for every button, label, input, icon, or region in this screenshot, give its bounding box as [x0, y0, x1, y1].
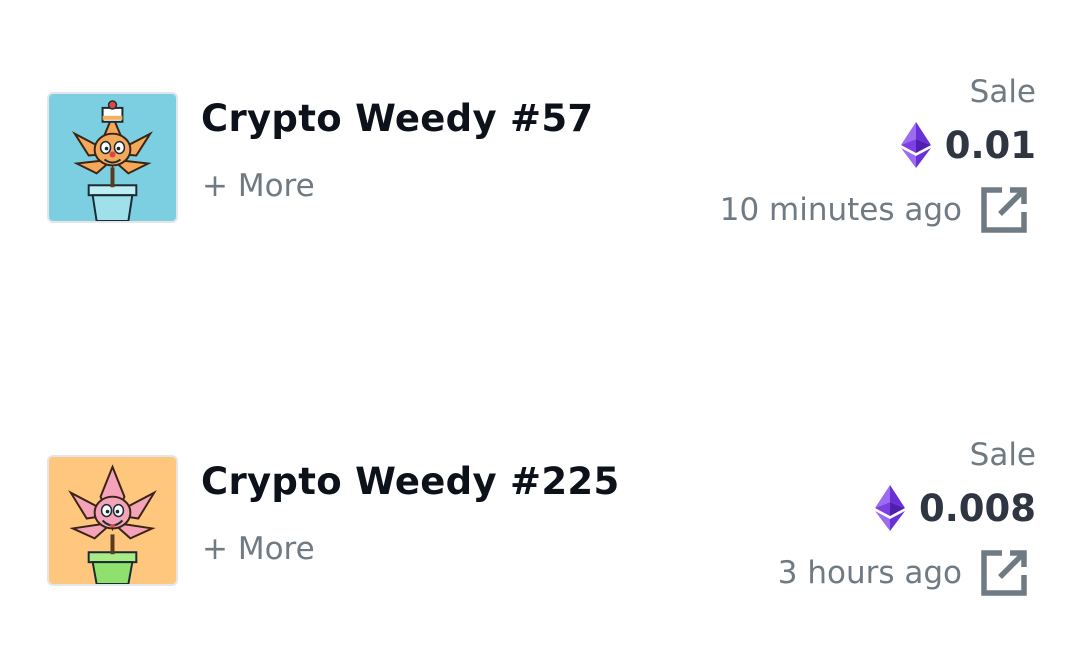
event-time: 3 hours ago	[778, 545, 1032, 601]
time-ago-link[interactable]: 10 minutes ago	[720, 192, 962, 228]
item-name[interactable]: Crypto Weedy #225	[201, 460, 620, 503]
price-value: 0.008	[918, 486, 1036, 530]
activity-row: Crypto Weedy #225 + More Sale 0.008 3 ho…	[0, 435, 1080, 615]
ethereum-icon	[900, 122, 931, 168]
price: 0.01	[900, 122, 1036, 168]
nft-thumbnail[interactable]	[47, 455, 178, 586]
ethereum-icon	[874, 485, 905, 531]
open-in-new-icon[interactable]	[976, 182, 1032, 238]
activity-list: Crypto Weedy #57 + More Sale 0.01 10 min…	[0, 0, 1080, 669]
price: 0.008	[874, 485, 1036, 531]
event-time: 10 minutes ago	[720, 182, 1032, 238]
weedy-plant-image	[49, 457, 176, 584]
nft-thumbnail[interactable]	[47, 92, 178, 223]
event-type-label: Sale	[969, 74, 1036, 110]
more-link[interactable]: + More	[202, 531, 315, 567]
price-value: 0.01	[944, 123, 1036, 167]
activity-row: Crypto Weedy #57 + More Sale 0.01 10 min…	[0, 72, 1080, 252]
time-ago-link[interactable]: 3 hours ago	[778, 555, 962, 591]
weedy-plant-image	[49, 94, 176, 221]
item-name[interactable]: Crypto Weedy #57	[201, 97, 593, 140]
more-link[interactable]: + More	[202, 168, 315, 204]
open-in-new-icon[interactable]	[976, 545, 1032, 601]
event-type-label: Sale	[969, 437, 1036, 473]
